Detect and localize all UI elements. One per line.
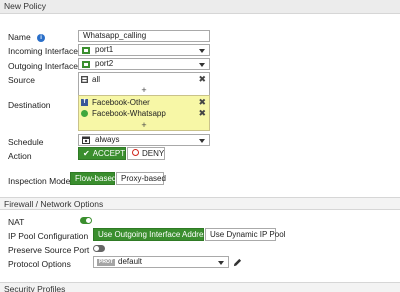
use-outgoing-interface-button[interactable]: Use Outgoing Interface Address [93,228,211,241]
preserve-source-port-label: Preserve Source Port [8,245,90,255]
incoming-interface-value: port1 [95,45,114,54]
firewall-section-header: Firewall / Network Options [0,197,400,210]
schedule-label: Schedule [8,137,44,147]
outgoing-interface-label: Outgoing Interface [8,61,78,71]
use-dynamic-ip-pool-button[interactable]: Use Dynamic IP Pool [205,228,285,241]
nat-label: NAT [8,217,25,227]
edit-pencil-icon[interactable] [233,258,242,267]
info-icon: i [37,33,46,42]
source-list[interactable]: all ✖ + [78,72,210,96]
toggle-knob [94,246,99,251]
incoming-interface-label: Incoming Interface [8,46,78,56]
firewall-section-title: Firewall / Network Options [4,199,104,209]
chevron-down-icon [218,261,224,265]
schedule-value: always [95,135,120,144]
deny-label: DENY [142,149,165,158]
chevron-down-icon [199,139,205,143]
protocol-options-value: default [118,257,143,266]
deny-icon [132,149,139,157]
flow-based-button[interactable]: Flow-based [70,172,117,185]
nat-toggle[interactable] [80,217,92,224]
remove-icon[interactable]: ✖ [198,108,206,119]
destination-item-value: Facebook-Other [92,98,150,107]
destination-item[interactable]: Facebook-Whatsapp ✖ [81,108,209,119]
inspection-mode-label: Inspection Mode [8,176,71,186]
ip-pool-label: IP Pool Configuration [8,231,89,241]
action-label: Action [8,151,32,161]
add-destination-button[interactable]: + [79,120,209,130]
use-outgoing-interface-label: Use Outgoing Interface Address [98,230,212,239]
accept-label: ACCEPT [92,149,126,158]
toggle-knob [86,218,91,223]
source-item-value: all [92,75,101,84]
protocol-options-select[interactable]: PROT default [93,256,229,268]
protocol-options-label: Protocol Options [8,259,71,269]
facebook-icon: f [81,99,88,106]
accept-button[interactable]: ✔ ACCEPT [78,147,126,160]
deny-button[interactable]: DENY [127,147,165,160]
prot-badge: PROT [97,259,115,266]
security-section-header: Security Profiles [0,282,400,292]
page-title: New Policy [4,1,47,11]
preserve-source-port-toggle[interactable] [93,245,105,252]
proxy-based-button[interactable]: Proxy-based [116,172,166,185]
remove-icon[interactable]: ✖ [198,97,206,108]
outgoing-interface-value: port2 [95,59,114,68]
flow-based-label: Flow-based [75,174,117,183]
destination-item[interactable]: f Facebook-Other ✖ [81,97,209,108]
incoming-interface-select[interactable]: port1 [78,44,210,56]
address-object-icon [81,76,88,83]
network-port-icon [82,61,90,68]
source-label: Source [8,75,35,85]
destination-item-value: Facebook-Whatsapp [92,109,166,118]
page-header: New Policy [0,0,400,14]
name-input[interactable]: Whatsapp_calling [78,30,210,42]
add-source-button[interactable]: + [79,85,209,95]
network-port-icon [82,47,90,54]
chevron-down-icon [199,49,205,53]
schedule-select[interactable]: always [78,134,210,146]
name-value: Whatsapp_calling [83,31,147,40]
check-icon: ✔ [83,149,90,158]
destination-list[interactable]: f Facebook-Other ✖ Facebook-Whatsapp ✖ + [78,95,210,131]
name-label: Name [8,32,31,42]
remove-icon[interactable]: ✖ [198,74,206,85]
outgoing-interface-select[interactable]: port2 [78,58,210,70]
whatsapp-icon [81,110,88,117]
destination-label: Destination [8,100,51,110]
use-dynamic-ip-pool-label: Use Dynamic IP Pool [210,230,286,239]
name-label-row: Name i [8,32,46,42]
security-section-title: Security Profiles [4,284,66,292]
source-item[interactable]: all ✖ [81,74,209,85]
proxy-based-label: Proxy-based [121,174,166,183]
chevron-down-icon [199,63,205,67]
calendar-icon [82,136,90,144]
